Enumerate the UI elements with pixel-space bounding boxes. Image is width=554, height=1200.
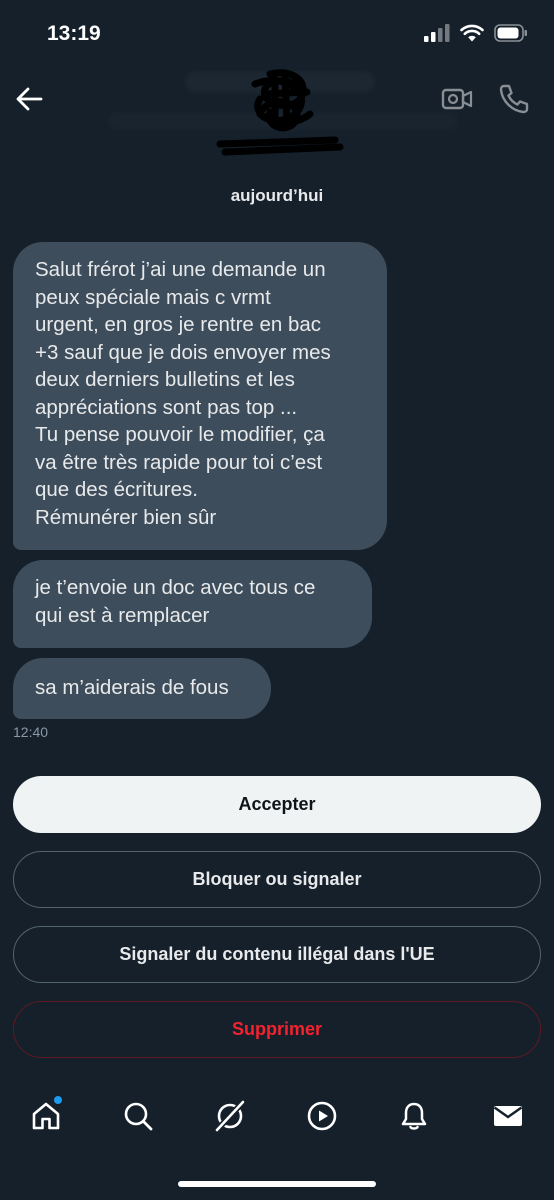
conversation-header — [0, 60, 554, 170]
message-bubble[interactable]: sa m’aiderais de fous — [13, 658, 271, 719]
mail-icon — [493, 1106, 523, 1126]
bottom-nav — [0, 1086, 554, 1146]
nav-grok[interactable] — [200, 1086, 260, 1146]
nav-search[interactable] — [108, 1086, 168, 1146]
video-call-button[interactable] — [440, 82, 474, 116]
notification-dot — [54, 1096, 62, 1104]
play-icon — [307, 1101, 337, 1131]
nav-video[interactable] — [292, 1086, 352, 1146]
battery-icon — [494, 24, 527, 42]
phone-icon — [499, 84, 529, 114]
day-separator: aujourd’hui — [230, 186, 324, 205]
accept-button[interactable]: Accepter — [13, 776, 541, 833]
home-icon — [32, 1102, 60, 1130]
status-time: 13:19 — [47, 22, 101, 45]
nav-messages[interactable] — [478, 1086, 538, 1146]
message-timestamp: 12:40 — [13, 724, 49, 740]
message-bubble[interactable]: je t’envoie un doc avec tous ce qui est … — [13, 560, 372, 648]
phone-call-button[interactable] — [497, 82, 531, 116]
delete-button[interactable]: Supprimer — [13, 1001, 541, 1058]
arrow-left-icon — [16, 87, 43, 111]
bell-icon — [401, 1102, 427, 1130]
report-illegal-content-eu-button[interactable]: Signaler du contenu illégal dans l'UE — [13, 926, 541, 983]
redaction-scribble — [216, 69, 344, 156]
home-indicator[interactable] — [178, 1181, 376, 1187]
nav-home[interactable] — [16, 1086, 76, 1146]
video-call-icon — [441, 88, 473, 110]
search-icon — [124, 1102, 153, 1131]
grok-icon — [214, 1099, 246, 1133]
status-icons — [424, 24, 528, 42]
nav-notifications[interactable] — [384, 1086, 444, 1146]
block-or-report-button[interactable]: Bloquer ou signaler — [13, 851, 541, 908]
wifi-icon — [460, 24, 484, 42]
signal-icon — [424, 24, 450, 42]
back-button[interactable] — [14, 84, 44, 114]
message-bubble[interactable]: Salut frérot j’ai une demande un peux sp… — [13, 242, 387, 550]
